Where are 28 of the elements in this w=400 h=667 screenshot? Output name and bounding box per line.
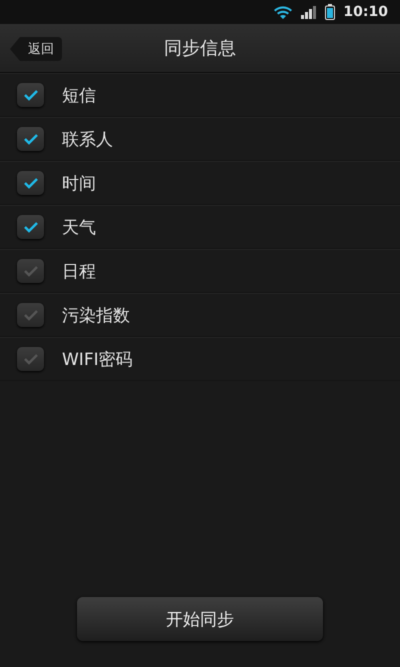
option-label: 联系人 xyxy=(62,128,113,150)
option-label: 天气 xyxy=(62,216,96,238)
screen-title: 同步信息 xyxy=(164,37,236,60)
checkbox[interactable] xyxy=(17,127,44,151)
checkbox[interactable] xyxy=(17,303,44,327)
checkbox[interactable] xyxy=(17,347,44,371)
back-button[interactable]: 返回 xyxy=(10,37,62,61)
checkbox[interactable] xyxy=(17,171,44,195)
battery-icon xyxy=(325,4,336,20)
signal-icon xyxy=(301,6,318,18)
wifi-icon xyxy=(273,5,294,19)
checkbox[interactable] xyxy=(17,215,44,239)
check-icon xyxy=(22,133,38,145)
option-label: 短信 xyxy=(62,84,96,106)
checkbox[interactable] xyxy=(17,83,44,107)
check-icon xyxy=(22,89,38,101)
option-label: 日程 xyxy=(62,260,96,282)
check-icon xyxy=(22,309,38,321)
option-label: WIFI密码 xyxy=(62,348,133,370)
check-icon xyxy=(22,221,38,233)
start-sync-button[interactable]: 开始同步 xyxy=(77,597,323,641)
option-label: 污染指数 xyxy=(62,304,130,326)
option-label: 时间 xyxy=(62,172,96,194)
check-icon xyxy=(22,177,38,189)
status-time: 10:10 xyxy=(343,4,388,20)
check-icon xyxy=(22,265,38,277)
checkbox[interactable] xyxy=(17,259,44,283)
check-icon xyxy=(22,353,38,365)
